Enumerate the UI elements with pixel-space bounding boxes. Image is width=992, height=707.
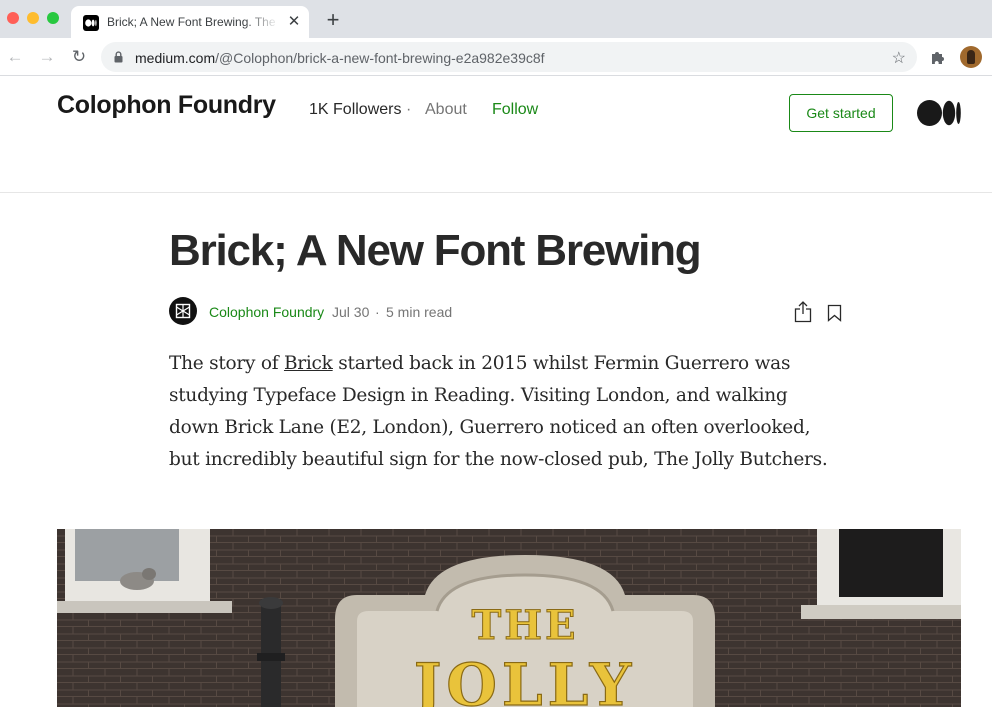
share-icon[interactable]	[794, 301, 812, 323]
new-tab-button[interactable]: +	[322, 9, 344, 31]
separator-dot: ·	[406, 101, 412, 118]
back-arrow-icon[interactable]: ←	[5, 47, 25, 67]
profile-avatar[interactable]	[960, 46, 982, 68]
bookmark-icon[interactable]	[827, 304, 842, 322]
close-window-button[interactable]	[7, 12, 19, 24]
article-title: Brick; A New Font Brewing	[169, 226, 702, 275]
minimize-window-button[interactable]	[27, 12, 39, 24]
author-avatar-icon[interactable]	[169, 297, 197, 325]
maximize-window-button[interactable]	[47, 12, 59, 24]
url-path: /@Colophon/brick-a-new-font-brewing-e2a9…	[215, 50, 545, 66]
follow-button[interactable]: Follow	[492, 101, 538, 119]
publication-header: Colophon Foundry 1K Followers · About Fo…	[0, 77, 992, 193]
about-link[interactable]: About	[425, 101, 467, 119]
publication-name[interactable]: Colophon Foundry	[57, 91, 276, 120]
sign-text-the: THE	[471, 602, 578, 649]
followers-count[interactable]: 1K Followers	[309, 101, 401, 119]
meta-separator: ·	[375, 304, 380, 320]
sign-text-jolly: JOLLY	[409, 651, 636, 707]
article-paragraph: The story of Brick started back in 2015 …	[169, 348, 839, 476]
reload-icon[interactable]: ↻	[69, 47, 89, 67]
forward-arrow-icon[interactable]: →	[37, 47, 57, 67]
browser-tab-bar: Brick; A New Font Brewing. The ✕ +	[0, 0, 992, 38]
read-time: 5 min read	[386, 304, 453, 320]
brick-link[interactable]: Brick	[284, 353, 333, 374]
close-icon[interactable]: ✕	[285, 13, 303, 31]
medium-logo-icon[interactable]	[917, 99, 961, 127]
star-icon[interactable]: ☆	[892, 48, 906, 68]
url-host: medium.com	[135, 50, 216, 66]
hero-image: THE JOLLY	[57, 529, 961, 707]
lock-icon	[114, 51, 123, 63]
browser-toolbar: ← → ↻ medium.com/@Colophon/brick-a-new-f…	[0, 38, 992, 76]
paragraph-start: The story of	[169, 353, 284, 374]
post-date: Jul 30	[332, 304, 370, 320]
extensions-icon[interactable]	[929, 48, 947, 66]
pub-sign-photo: THE JOLLY	[57, 529, 961, 707]
medium-favicon-icon	[83, 15, 99, 31]
address-bar[interactable]: medium.com/@Colophon/brick-a-new-font-br…	[101, 42, 917, 72]
get-started-button[interactable]: Get started	[789, 94, 893, 132]
author-name-link[interactable]: Colophon Foundry	[209, 304, 324, 320]
url-text[interactable]: medium.com/@Colophon/brick-a-new-font-br…	[135, 50, 545, 66]
browser-tab-active[interactable]: Brick; A New Font Brewing. The ✕	[71, 6, 309, 38]
tab-title: Brick; A New Font Brewing. The	[107, 15, 276, 29]
